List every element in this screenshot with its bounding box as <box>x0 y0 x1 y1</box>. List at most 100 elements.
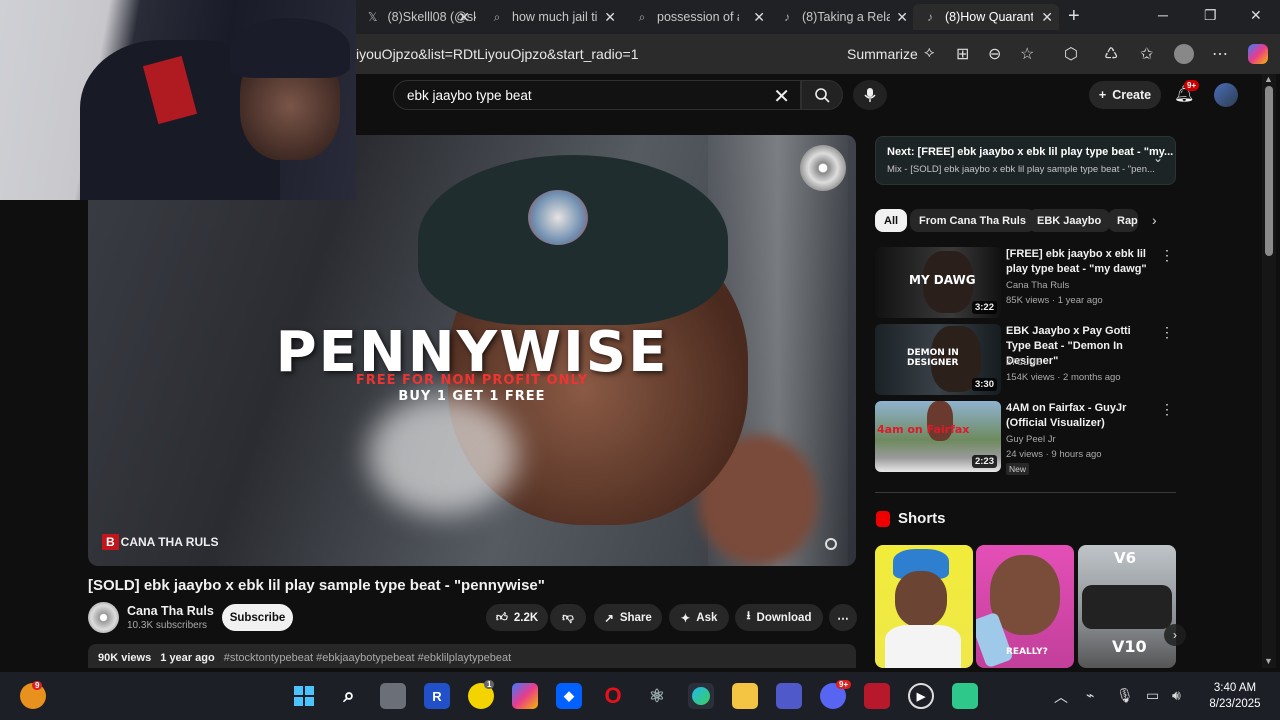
more-menu-icon[interactable]: ⋯ <box>1212 44 1228 64</box>
shorts-next-button[interactable]: › <box>1164 624 1186 646</box>
video-thumbnail[interactable]: 4am on Fairfax 2:23 <box>875 401 1001 472</box>
teams-icon[interactable] <box>776 683 802 709</box>
search-icon <box>815 88 830 103</box>
recommendation-item[interactable]: 4am on Fairfax 2:23 4AM on Fairfax - Guy… <box>875 401 1176 475</box>
scroll-up-icon[interactable]: ▲ <box>1264 74 1273 84</box>
short-item[interactable]: V6 V10 <box>1078 545 1176 668</box>
voice-search-button[interactable] <box>853 80 887 110</box>
search-input[interactable]: ebk jaaybo type beat <box>407 88 532 103</box>
recommendation-item[interactable]: MY DAWG 3:22 [FREE] ebk jaaybo x ebk lil… <box>875 247 1176 319</box>
description-box[interactable]: 90K views 1 year ago #stocktontypebeat #… <box>88 644 856 668</box>
file-explorer-icon[interactable] <box>732 683 758 709</box>
chip-all[interactable]: All <box>875 209 908 232</box>
kebab-menu-icon[interactable]: ⋮ <box>1160 401 1174 418</box>
close-tab-icon[interactable]: ✕ <box>1041 9 1053 26</box>
close-tab-icon[interactable]: ✕ <box>896 9 908 26</box>
share-button[interactable]: ↗ Share <box>594 604 662 631</box>
more-actions-button[interactable]: ⋯ <box>829 604 857 631</box>
clear-search-icon[interactable]: ✕ <box>773 84 790 109</box>
restore-button[interactable]: ❐ <box>1204 7 1217 24</box>
player-control-icon[interactable] <box>825 538 837 550</box>
voicemeeter-icon[interactable] <box>864 683 890 709</box>
discord-badge: 9+ <box>836 680 852 689</box>
tab-taking-a-rela[interactable]: ♪ (8)Taking a Rela ✕ <box>770 4 914 30</box>
app-r-icon[interactable]: R <box>424 683 450 709</box>
subscribe-button[interactable]: Subscribe <box>222 604 293 631</box>
edge-icon[interactable] <box>688 683 714 709</box>
like-button[interactable]: 👍︎ 2.2K <box>486 604 548 631</box>
url-field[interactable]: iyouOjpzo&list=RDtLiyouOjpzo&start_radio… <box>356 46 638 62</box>
microphone-icon <box>864 88 876 102</box>
tab-jail-search[interactable]: ⌕ how much jail ti ✕ <box>480 4 622 30</box>
summarize-button[interactable]: Summarize <box>847 46 918 62</box>
microphone-tray-icon[interactable]: 🎙︎ <box>1116 687 1134 704</box>
favorites-icon[interactable]: ✩ <box>1140 44 1153 64</box>
sparkle-icon: ✦ <box>680 612 691 625</box>
new-tab-button[interactable]: + <box>1068 5 1080 28</box>
apps-icon[interactable]: ⊞ <box>956 44 969 64</box>
copilot-taskbar-icon[interactable] <box>512 683 538 709</box>
account-avatar[interactable] <box>1214 83 1238 107</box>
up-next-panel[interactable]: Next: [FREE] ebk jaaybo x ebk lil play t… <box>875 136 1176 185</box>
video-overlay-line2: BUY 1 GET 1 FREE <box>398 389 546 404</box>
start-button[interactable] <box>291 683 317 709</box>
scrollbar-thumb[interactable] <box>1265 86 1273 256</box>
search-box[interactable]: ebk jaaybo type beat ✕ <box>393 80 801 110</box>
close-window-button[interactable]: ✕ <box>1250 7 1262 24</box>
video-thumbnail[interactable]: DEMON IN DESIGNER 3:30 <box>875 324 1001 395</box>
search-button[interactable] <box>801 80 843 110</box>
close-tab-icon[interactable]: ✕ <box>753 9 765 26</box>
chip-from-channel[interactable]: From Cana Tha Ruls <box>910 209 1035 232</box>
zoom-icon[interactable]: ⊖ <box>988 44 1001 64</box>
kebab-menu-icon[interactable]: ⋮ <box>1160 324 1174 341</box>
channel-name[interactable]: Cana Tha Ruls <box>127 604 214 618</box>
recommendation-meta: 85K views · 1 year ago <box>1006 295 1103 306</box>
video-thumbnail[interactable]: MY DAWG 3:22 <box>875 247 1001 318</box>
scroll-down-icon[interactable]: ▼ <box>1264 656 1273 666</box>
page-scrollbar[interactable]: ▲ ▼ <box>1262 74 1276 668</box>
copilot-summary-icon[interactable]: ⟡ <box>924 44 935 62</box>
chip-rap[interactable]: Rap <box>1108 209 1138 232</box>
notifications-button[interactable]: 🔔︎ 9+ <box>1174 80 1200 104</box>
copilot-icon[interactable] <box>1248 44 1268 64</box>
hashtags[interactable]: #stocktontypebeat #ebkjaaybotypebeat #eb… <box>224 652 511 664</box>
download-icon: ⭳ <box>746 610 751 622</box>
volume-icon[interactable]: 🔊︎ <box>1172 687 1181 704</box>
taskbar-search-icon[interactable]: ⌕ <box>336 683 362 709</box>
favorite-star-icon[interactable]: ☆ <box>1020 44 1034 64</box>
tab-how-quarant[interactable]: ♪ (8)How Quarant ✕ <box>913 4 1059 30</box>
tiktok-icon: ♪ <box>784 10 790 24</box>
tiktok-icon: ♪ <box>927 10 933 24</box>
download-button[interactable]: ⭳ Download <box>735 604 823 631</box>
system-clock[interactable]: 3:40 AM 8/23/2025 <box>1200 680 1270 712</box>
tab-skelll08[interactable]: 𝕏 (8)Skelll08 (@sk ✕ <box>356 4 476 30</box>
dropbox-icon[interactable]: ◆ <box>556 683 582 709</box>
browser-essentials-icon[interactable]: ♺ <box>1104 44 1118 64</box>
chevron-down-icon[interactable]: ⌄ <box>1153 151 1163 165</box>
create-button[interactable]: + Create <box>1089 81 1161 109</box>
tab-possession-search[interactable]: ⌕ possession of a ✕ <box>625 4 771 30</box>
chip-ebk-jaaybo[interactable]: EBK Jaaybo <box>1028 209 1111 232</box>
ask-button[interactable]: ✦ Ask <box>669 604 729 631</box>
tray-overflow-icon[interactable]: ︿ <box>1054 687 1068 707</box>
short-item[interactable] <box>875 545 973 668</box>
recommendation-item[interactable]: DEMON IN DESIGNER 3:30 EBK Jaaybo x Pay … <box>875 324 1176 396</box>
extensions-icon[interactable]: ⬡ <box>1064 44 1078 64</box>
thumbs-up-icon: 👍︎ <box>495 611 508 624</box>
short-item[interactable]: REALLY? <box>976 545 1074 668</box>
profile-avatar[interactable] <box>1174 44 1194 64</box>
react-app-icon[interactable]: ⚛ <box>644 683 670 709</box>
opera-icon[interactable]: O <box>600 683 626 709</box>
kebab-menu-icon[interactable]: ⋮ <box>1160 247 1174 264</box>
minimize-button[interactable]: ─ <box>1158 7 1168 23</box>
channel-avatar[interactable] <box>88 602 119 633</box>
close-tab-icon[interactable]: ✕ <box>458 9 470 26</box>
chevron-right-icon[interactable]: › <box>1152 212 1157 228</box>
close-tab-icon[interactable]: ✕ <box>604 9 616 26</box>
network-off-icon[interactable]: ⌁ <box>1086 687 1094 704</box>
media-player-icon[interactable]: ▶ <box>908 683 934 709</box>
display-icon[interactable]: ▭ <box>1146 687 1159 704</box>
dislike-button[interactable]: 👎︎ <box>550 604 586 631</box>
task-view-icon[interactable] <box>380 683 406 709</box>
game-app-icon[interactable] <box>952 683 978 709</box>
